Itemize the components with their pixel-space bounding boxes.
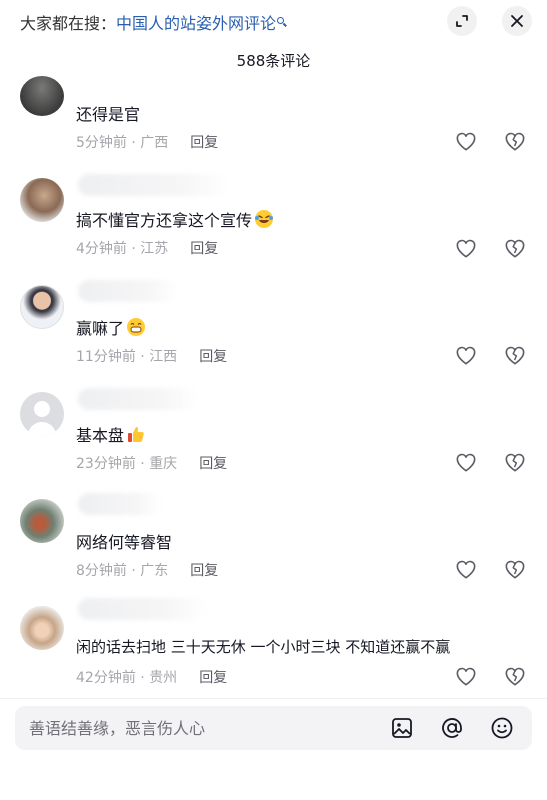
search-suggestion[interactable]: 大家都在搜：中国人的站姿外网评论 [20,10,285,34]
heart-outline-icon[interactable] [455,345,477,365]
comment-meta: 5分钟前 · 广西 回复 [76,135,219,151]
reply-button[interactable]: 回复 [199,456,227,472]
comment-location: 广西 [140,135,169,151]
comment-time: 5分钟前 [76,135,127,151]
comment-meta: 11分钟前 · 江西 回复 [76,349,228,365]
expand-button[interactable] [447,6,477,36]
top-bar: 大家都在搜：中国人的站姿外网评论 [0,0,547,44]
search-prefix: 大家都在搜： [20,14,117,33]
comment-text-content: 基本盘 [76,426,125,445]
broken-heart-icon[interactable] [504,452,526,472]
laughing-tears-emoji [255,210,274,228]
comment-meta: 4分钟前 · 江苏 回复 [76,241,219,257]
broken-heart-icon[interactable] [504,131,526,151]
comment-location: 贵州 [149,670,178,686]
broken-heart-icon[interactable] [504,238,526,258]
comment-text: 网络何等睿智 [76,533,173,552]
reply-button[interactable]: 回复 [199,670,227,686]
grinning-emoji [127,318,146,336]
comment-text: 还得是官 [76,105,141,124]
reply-button[interactable]: 回复 [190,563,218,579]
avatar[interactable] [20,76,64,116]
reply-button[interactable]: 回复 [190,135,218,151]
comment-location: 重庆 [149,456,178,472]
comment-time: 4分钟前 [76,241,127,257]
broken-heart-icon[interactable] [504,559,526,579]
search-icon [277,17,285,24]
avatar[interactable] [20,285,64,329]
avatar[interactable] [20,499,64,543]
comment-meta: 42分钟前 · 贵州 回复 [76,670,228,686]
thumbs-up-emoji [128,427,144,442]
comment-time: 42分钟前 [76,670,136,686]
comment-meta: 8分钟前 · 广东 回复 [76,563,219,579]
comment-text: 基本盘 [76,422,146,446]
avatar[interactable] [20,392,64,436]
smiley-icon[interactable] [490,716,514,740]
comment-time: 11分钟前 [76,349,136,365]
close-icon [511,15,523,27]
heart-outline-icon[interactable] [455,131,477,151]
username-redacted [78,493,163,515]
avatar[interactable] [20,606,64,650]
heart-outline-icon[interactable] [455,238,477,258]
reply-button[interactable]: 回复 [190,241,218,257]
default-avatar-icon [27,401,57,436]
username-redacted [78,598,208,620]
comment-text: 赢嘛了 [76,315,146,339]
comment-meta: 23分钟前 · 重庆 回复 [76,456,228,472]
comment-text: 搞不懂官方还拿这个宣传 [76,207,274,231]
username-redacted [78,174,228,196]
comment-time: 8分钟前 [76,563,127,579]
expand-icon [456,15,468,27]
broken-heart-icon[interactable] [504,345,526,365]
close-button[interactable] [502,6,532,36]
comment-text-content: 搞不懂官方还拿这个宣传 [76,211,253,230]
username-redacted [78,280,178,302]
heart-outline-icon[interactable] [455,559,477,579]
broken-heart-icon[interactable] [504,666,526,686]
avatar[interactable] [20,178,64,222]
heart-outline-icon[interactable] [455,666,477,686]
heart-outline-icon[interactable] [455,452,477,472]
reply-button[interactable]: 回复 [199,349,227,365]
at-icon[interactable] [440,716,464,740]
comment-text: 闲的话去扫地 三十天无休 一个小时三块 不知道还赢不赢 [76,638,451,656]
search-keyword-link[interactable]: 中国人的站姿外网评论 [116,14,276,33]
comment-count: 588条评论 [236,52,311,70]
username-redacted [78,388,198,410]
comment-input[interactable] [29,706,369,750]
image-icon[interactable] [390,716,414,740]
comment-location: 江苏 [140,241,169,257]
comment-input-bar [15,706,532,750]
comment-text-content: 赢嘛了 [76,319,125,338]
divider [0,698,547,699]
comment-time: 23分钟前 [76,456,136,472]
comment-location: 广东 [140,563,169,579]
comment-location: 江西 [149,349,178,365]
